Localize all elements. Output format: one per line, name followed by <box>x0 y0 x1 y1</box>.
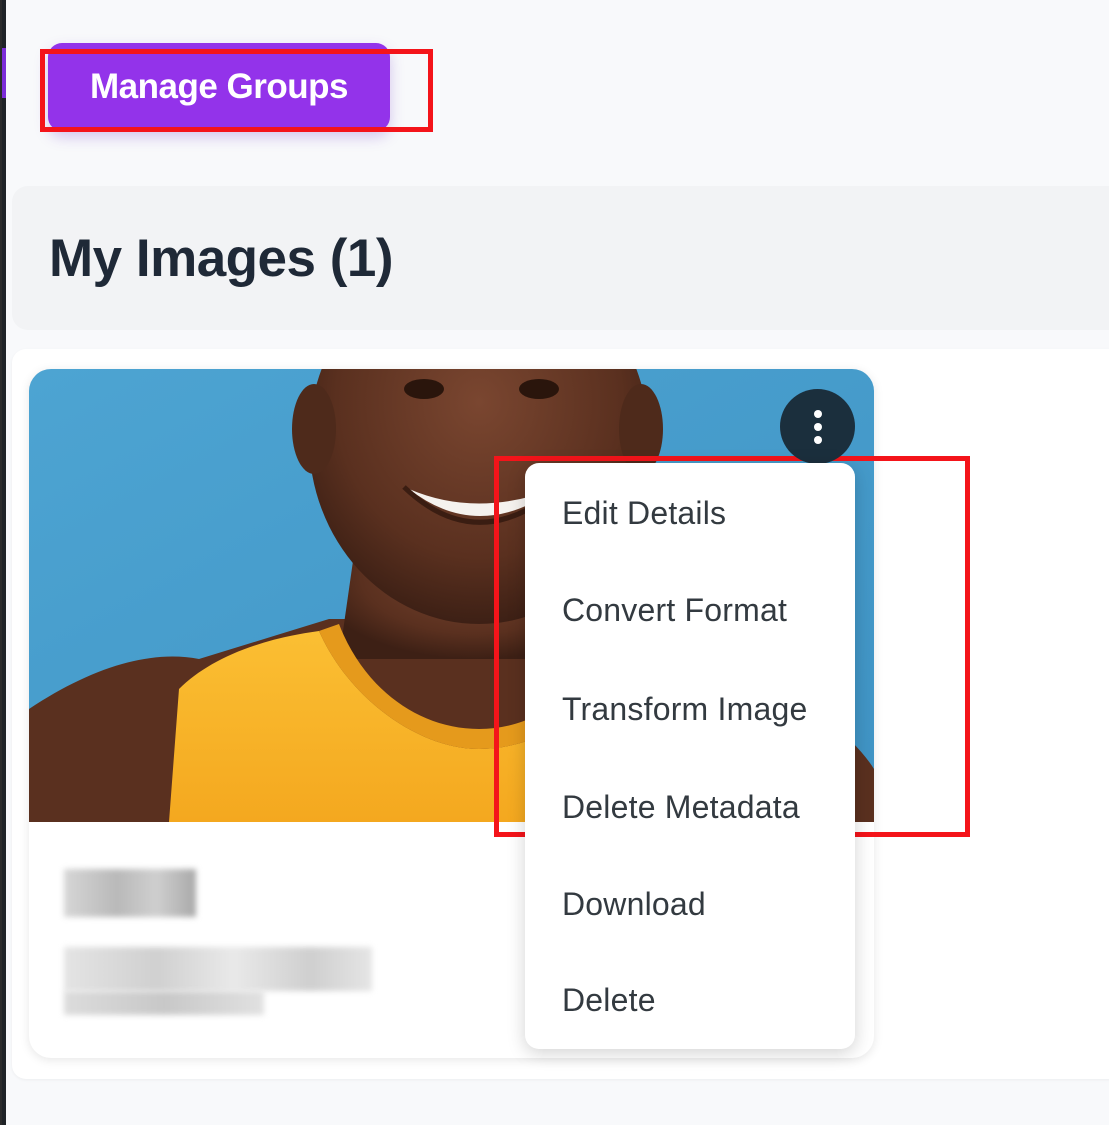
kebab-vertical-icon <box>813 409 822 444</box>
menu-item-delete-metadata[interactable]: Delete Metadata <box>525 759 855 855</box>
menu-item-edit-details[interactable]: Edit Details <box>525 465 855 561</box>
window-edge-accent <box>2 48 6 98</box>
menu-item-transform-image[interactable]: Transform Image <box>525 661 855 757</box>
image-meta-redacted-2 <box>64 991 264 1015</box>
window-edge <box>2 0 6 1125</box>
image-title-redacted <box>64 869 196 917</box>
more-options-button[interactable] <box>780 389 855 464</box>
menu-item-convert-format[interactable]: Convert Format <box>525 562 855 658</box>
page-title: My Images (1) <box>49 229 394 288</box>
manage-groups-button[interactable]: Manage Groups <box>48 43 390 131</box>
image-options-menu: Edit Details Convert Format Transform Im… <box>525 463 855 1049</box>
image-meta-redacted-1 <box>64 947 372 991</box>
app-page: Manage Groups My Images (1) Edit Details… <box>0 0 1109 1125</box>
menu-item-delete[interactable]: Delete <box>525 952 855 1048</box>
section-header: My Images (1) <box>12 186 1109 330</box>
menu-item-download[interactable]: Download <box>525 856 855 952</box>
